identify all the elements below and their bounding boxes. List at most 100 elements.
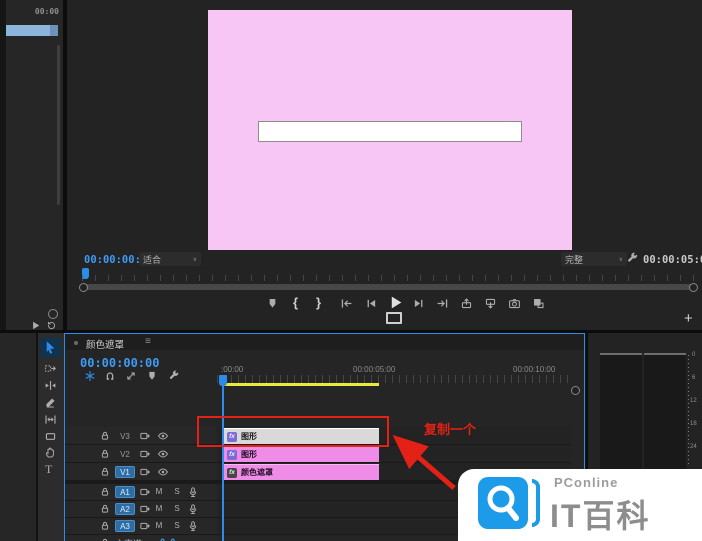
lock-icon[interactable] — [99, 537, 111, 541]
lock-icon[interactable] — [99, 430, 111, 442]
toggle-track-output-eye-icon[interactable] — [157, 448, 169, 460]
step-forward-button[interactable] — [412, 297, 425, 310]
track-select-forward-tool[interactable] — [44, 362, 57, 375]
source-clip-bar-end[interactable] — [50, 25, 58, 36]
voiceover-record-mic-icon[interactable] — [187, 503, 199, 515]
keyframe-nav-icon[interactable] — [205, 537, 217, 541]
fx-badge: fx — [227, 450, 237, 460]
lock-icon[interactable] — [99, 466, 111, 478]
extract-button[interactable] — [484, 297, 497, 310]
mute-button[interactable]: M — [153, 487, 165, 496]
track-target-a3[interactable]: A3 — [115, 520, 135, 532]
audio-meter-left-channel — [600, 353, 642, 473]
step-back-button[interactable] — [365, 297, 378, 310]
lock-icon[interactable] — [99, 448, 111, 460]
meter-scale-24: 24 — [690, 444, 697, 450]
go-to-in-button[interactable] — [340, 297, 353, 310]
monitor-quality-select[interactable]: 完整 ∨ — [561, 252, 627, 266]
monitor-scrollbar[interactable] — [84, 284, 696, 290]
lock-icon[interactable] — [99, 520, 111, 532]
button-editor-plus-button[interactable]: + — [684, 310, 693, 327]
mark-out-button[interactable]: } — [316, 295, 321, 310]
toggle-track-output-eye-icon[interactable] — [157, 466, 169, 478]
sync-lock-icon[interactable] — [139, 448, 151, 460]
track-target-a2[interactable]: A2 — [115, 503, 135, 515]
panel-menu-icon[interactable]: ≡ — [145, 336, 151, 347]
meter-scale-ticks — [688, 355, 689, 467]
track-header-v3: V3 — [65, 427, 217, 445]
toggle-track-output-eye-icon[interactable] — [157, 430, 169, 442]
razor-tool[interactable] — [44, 396, 57, 409]
track-header-a1: A1 M S — [65, 484, 217, 501]
selection-tool[interactable] — [43, 340, 58, 355]
pconline-app-icon — [478, 477, 528, 529]
monitor-duration-timecode: 00:00:05:00 — [643, 254, 702, 266]
solo-button[interactable]: S — [171, 487, 183, 496]
preview-white-bar-graphic — [258, 121, 522, 142]
track-target-v3[interactable]: V3 — [115, 430, 135, 442]
add-marker-icon[interactable] — [146, 370, 158, 382]
meter-scale-12: 12 — [690, 398, 697, 404]
play-button[interactable] — [387, 294, 404, 311]
lift-button[interactable] — [460, 297, 473, 310]
sync-lock-icon[interactable] — [139, 520, 151, 532]
proportional-playback-icon[interactable] — [386, 312, 402, 324]
voiceover-record-mic-icon[interactable] — [187, 486, 199, 498]
timeline-tab-title[interactable]: 颜色遮罩 — [86, 337, 124, 351]
hand-tool[interactable] — [44, 446, 57, 459]
ripple-edit-tool[interactable] — [44, 379, 57, 392]
sync-lock-icon[interactable] — [139, 503, 151, 515]
timeline-scrollbar-knob[interactable] — [571, 386, 580, 395]
timeline-playhead-icon[interactable] — [219, 375, 227, 386]
track-target-a1[interactable]: A1 — [115, 486, 135, 498]
nest-sequences-icon[interactable] — [84, 370, 96, 382]
solo-button[interactable]: S — [171, 504, 183, 513]
work-area-bar[interactable] — [223, 383, 379, 386]
timeline-playhead-line[interactable] — [222, 386, 224, 541]
slip-tool[interactable] — [44, 413, 57, 426]
monitor-scrollbar-knob-right[interactable] — [689, 283, 698, 292]
timeline-tab-bar: 颜色遮罩 ≡ — [65, 334, 584, 350]
comparison-view-button[interactable] — [532, 297, 545, 310]
source-vertical-scrollbar[interactable] — [57, 45, 60, 205]
go-to-out-button[interactable] — [436, 297, 449, 310]
snap-magnet-icon[interactable] — [104, 370, 116, 382]
voiceover-record-mic-icon[interactable] — [187, 520, 199, 532]
mark-in-button[interactable]: { — [293, 295, 298, 310]
program-preview-canvas[interactable] — [208, 10, 572, 250]
timeline-current-timecode[interactable]: 00:00:00:00 — [80, 356, 159, 370]
sync-lock-icon[interactable] — [139, 430, 151, 442]
sync-lock-icon[interactable] — [139, 486, 151, 498]
meter-scale-0: 0 — [692, 352, 695, 358]
lock-icon[interactable] — [99, 486, 111, 498]
track-header-v1: V1 — [65, 463, 217, 481]
mute-button[interactable]: M — [153, 504, 165, 513]
solo-button[interactable]: S — [171, 521, 183, 530]
ruler-label-0: :00:00 — [221, 365, 243, 374]
linked-selection-icon[interactable] — [125, 370, 137, 382]
master-track-name: 主声道 — [115, 537, 142, 541]
lock-icon[interactable] — [99, 503, 111, 515]
watermark-title: IT百科 — [550, 491, 650, 537]
meter-scale-6: 6 — [692, 375, 695, 381]
pen-rectangle-tool[interactable] — [44, 430, 57, 443]
add-marker-button[interactable] — [266, 297, 279, 310]
type-tool[interactable]: T — [45, 462, 52, 477]
track-target-v2[interactable]: V2 — [115, 448, 135, 460]
export-frame-button[interactable] — [508, 297, 521, 310]
track-target-v1[interactable]: V1 — [115, 466, 135, 478]
mute-button[interactable]: M — [153, 521, 165, 530]
source-scrollbar-knob[interactable] — [48, 309, 58, 319]
monitor-scrollbar-knob-left[interactable] — [79, 283, 88, 292]
ruler-label-10s: 00:00:10:00 — [513, 365, 555, 374]
monitor-settings-wrench-icon[interactable] — [626, 252, 639, 265]
timeline-ruler-ticks[interactable] — [217, 375, 571, 383]
monitor-quality-value: 完整 — [565, 253, 583, 266]
sync-lock-icon[interactable] — [139, 466, 151, 478]
track-header-a3: A3 M S — [65, 518, 217, 535]
timeline-settings-wrench-icon[interactable] — [168, 370, 180, 382]
monitor-ruler-ticks[interactable] — [82, 275, 700, 281]
monitor-zoom-select[interactable]: 适合 ∨ — [139, 252, 201, 266]
clip-v1-color-matte[interactable]: fx 颜色遮罩 — [224, 464, 379, 480]
clip-v2-graphic[interactable]: fx 图形 — [224, 446, 379, 462]
